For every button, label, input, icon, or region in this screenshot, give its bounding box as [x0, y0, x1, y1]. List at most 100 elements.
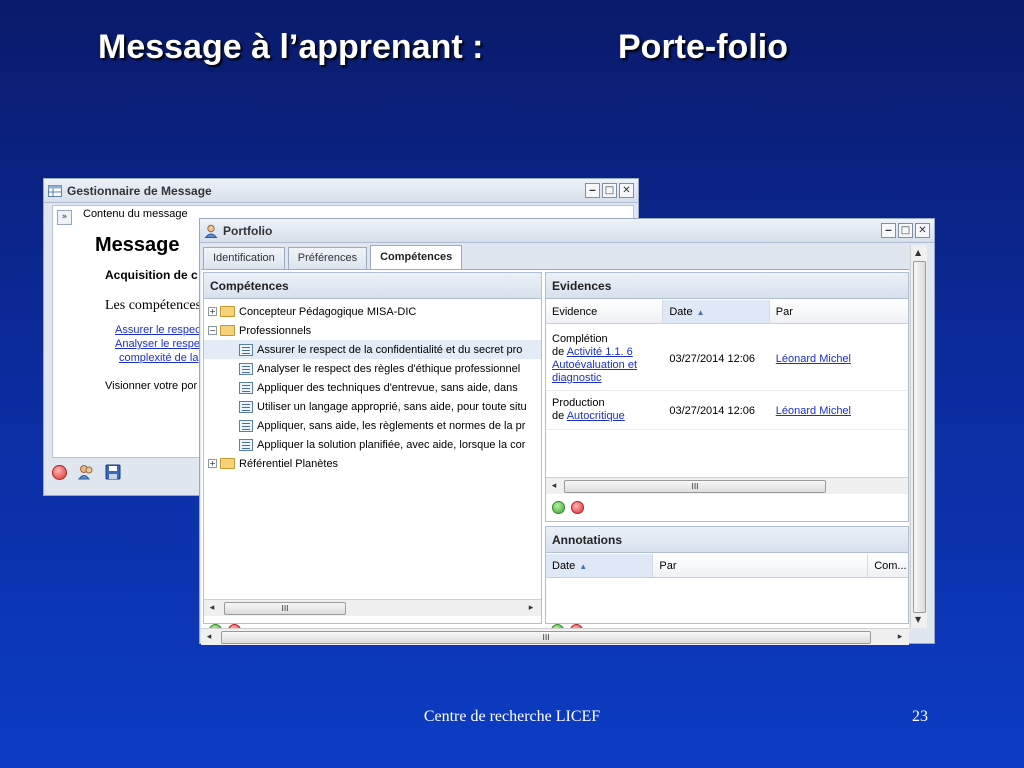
evidences-actions — [552, 501, 584, 514]
scroll-left-icon[interactable]: ◂ — [204, 632, 214, 642]
par-cell: Léonard Michel — [770, 392, 908, 429]
evidences-panel-header: Evidences — [546, 273, 908, 299]
table-icon — [48, 184, 62, 197]
author-link[interactable]: Léonard Michel — [776, 353, 851, 365]
collapse-icon[interactable]: − — [208, 326, 217, 335]
tree-leaf-label: Appliquer des techniques d'entrevue, san… — [257, 381, 518, 394]
column-evidence[interactable]: Evidence — [546, 300, 664, 323]
expand-icon[interactable]: + — [208, 459, 217, 468]
column-date-label: Date — [552, 560, 576, 572]
column-par[interactable]: Par — [770, 300, 908, 323]
tree-leaf-competence[interactable]: Appliquer, sans aide, les règlements et … — [204, 416, 541, 435]
author-link[interactable]: Léonard Michel — [776, 405, 851, 417]
message-heading: Message — [95, 234, 180, 256]
tree-node-label: Concepteur Pédagogique MISA-DIC — [239, 305, 417, 318]
par-cell: Léonard Michel — [770, 327, 908, 390]
evidence-type: Complétion — [552, 333, 608, 345]
remove-icon[interactable] — [571, 501, 584, 514]
maximize-icon[interactable]: □ — [602, 183, 617, 198]
expand-icon[interactable]: » — [57, 210, 72, 225]
list-icon — [239, 381, 253, 394]
save-icon[interactable] — [105, 464, 121, 480]
competences-tab-body: Compétences + Concepteur Pédagogique MIS… — [201, 269, 909, 645]
scroll-thumb[interactable] — [913, 261, 926, 613]
annotations-panel: Annotations Date ▲ Par Com... — [545, 526, 909, 624]
scroll-right-icon[interactable]: ▸ — [526, 603, 536, 613]
portfolio-window-titlebar[interactable]: Portfolio ‒ □ ✕ — [200, 219, 934, 243]
portfolio-window: Portfolio ‒ □ ✕ Identification Préférenc… — [199, 218, 935, 645]
message-window-titlebar[interactable]: Gestionnaire de Message ‒ □ ✕ — [44, 179, 638, 203]
message-window-title: Gestionnaire de Message — [67, 183, 212, 198]
evidence-link[interactable]: Activité 1.1. 6 Autoévaluation et diagno… — [552, 346, 637, 384]
tab-competences[interactable]: Compétences — [370, 245, 463, 269]
add-icon[interactable] — [552, 501, 565, 514]
tab-preferences[interactable]: Préférences — [287, 247, 368, 269]
maximize-icon[interactable]: □ — [898, 223, 913, 238]
main-horizontal-scrollbar[interactable]: ◂ III ▸ — [201, 628, 909, 645]
scroll-down-icon[interactable]: ▼ — [915, 615, 921, 624]
evidence-type: Production — [552, 397, 605, 409]
tree-leaf-competence[interactable]: Analyser le respect des règles d'éthique… — [204, 359, 541, 378]
scroll-thumb[interactable]: III — [564, 480, 826, 493]
table-row[interactable]: Complétion de Activité 1.1. 6 Autoévalua… — [546, 327, 908, 391]
user-icon — [204, 224, 218, 238]
tree-leaf-competence[interactable]: Appliquer des techniques d'entrevue, san… — [204, 378, 541, 397]
scroll-left-icon[interactable]: ◂ — [207, 603, 217, 613]
tab-identification[interactable]: Identification — [203, 247, 285, 269]
table-row[interactable]: Production de Autocritique 03/27/2014 12… — [546, 392, 908, 430]
scroll-left-icon[interactable]: ◂ — [549, 481, 559, 491]
annotations-grid-header: Date ▲ Par Com... — [546, 554, 908, 578]
evidences-grid-header: Evidence Date ▲ Par — [546, 300, 908, 324]
tree-node-concepteur[interactable]: + Concepteur Pédagogique MISA-DIC — [204, 302, 541, 321]
scroll-right-icon[interactable]: ▸ — [895, 632, 905, 642]
tree-leaf-competence[interactable]: Assurer le respect de la confidentialité… — [204, 340, 541, 359]
column-par[interactable]: Par — [653, 554, 869, 577]
message-toolbar — [52, 463, 121, 481]
tree-leaf-competence[interactable]: Utiliser un langage approprié, sans aide… — [204, 397, 541, 416]
evidence-cell: Production de Autocritique — [546, 392, 663, 429]
list-icon — [239, 400, 253, 413]
evidence-prefix: de — [552, 346, 565, 358]
list-icon — [239, 362, 253, 375]
users-icon[interactable] — [77, 463, 95, 481]
scroll-thumb[interactable]: III — [224, 602, 346, 615]
sort-ascending-icon: ▲ — [696, 308, 705, 317]
message-link-2[interactable]: Analyser le respe — [115, 338, 200, 350]
message-link-3[interactable]: complexité de la — [119, 352, 199, 364]
evidence-prefix: de — [552, 410, 565, 422]
scroll-up-icon[interactable]: ▲ — [915, 248, 921, 257]
slide-title: Message à l’apprenant : Porte-folio — [98, 28, 788, 67]
message-subheading: Acquisition de c — [105, 268, 198, 282]
column-date[interactable]: Date ▲ — [663, 300, 770, 323]
evidences-panel: Evidences Evidence Date ▲ Par Complétion … — [545, 272, 909, 522]
evidence-link[interactable]: Autocritique — [567, 410, 625, 422]
date-cell: 03/27/2014 12:06 — [669, 405, 755, 417]
scroll-thumb[interactable]: III — [221, 631, 871, 644]
tree-leaf-competence[interactable]: Appliquer la solution planifiée, avec ai… — [204, 435, 541, 454]
sort-ascending-icon: ▲ — [579, 562, 588, 571]
main-vertical-scrollbar[interactable]: ▲ ▼ — [910, 245, 927, 628]
minimize-icon[interactable]: ‒ — [881, 223, 896, 238]
message-competences-label: Les compétences — [105, 298, 202, 313]
tree-node-professionnels[interactable]: − Professionnels — [204, 321, 541, 340]
competences-panel: Compétences + Concepteur Pédagogique MIS… — [203, 272, 542, 624]
page-number: 23 — [912, 708, 928, 725]
close-icon[interactable]: ✕ — [619, 183, 634, 198]
tree-node-referentiel[interactable]: + Référentiel Planètes — [204, 454, 541, 473]
close-icon[interactable]: ✕ — [915, 223, 930, 238]
delete-icon[interactable] — [52, 464, 67, 480]
tree-node-label: Référentiel Planètes — [239, 457, 339, 470]
minimize-icon[interactable]: ‒ — [585, 183, 600, 198]
tree-leaf-label: Analyser le respect des règles d'éthique… — [257, 362, 521, 375]
message-visit-text: Visionner votre por — [105, 380, 198, 392]
date-cell: 03/27/2014 12:06 — [669, 353, 755, 365]
folder-icon — [220, 458, 235, 469]
column-date[interactable]: Date ▲ — [546, 554, 654, 577]
evidences-horizontal-scrollbar[interactable]: ◂ III — [546, 477, 908, 494]
expand-icon[interactable]: + — [208, 307, 217, 316]
tree-leaf-label: Assurer le respect de la confidentialité… — [257, 343, 523, 356]
message-link-1[interactable]: Assurer le respec — [115, 324, 201, 336]
slide-title-right: Porte-folio — [618, 28, 788, 66]
column-comment[interactable]: Com... — [868, 554, 908, 577]
tree-horizontal-scrollbar[interactable]: ◂ III ▸ — [204, 599, 541, 616]
